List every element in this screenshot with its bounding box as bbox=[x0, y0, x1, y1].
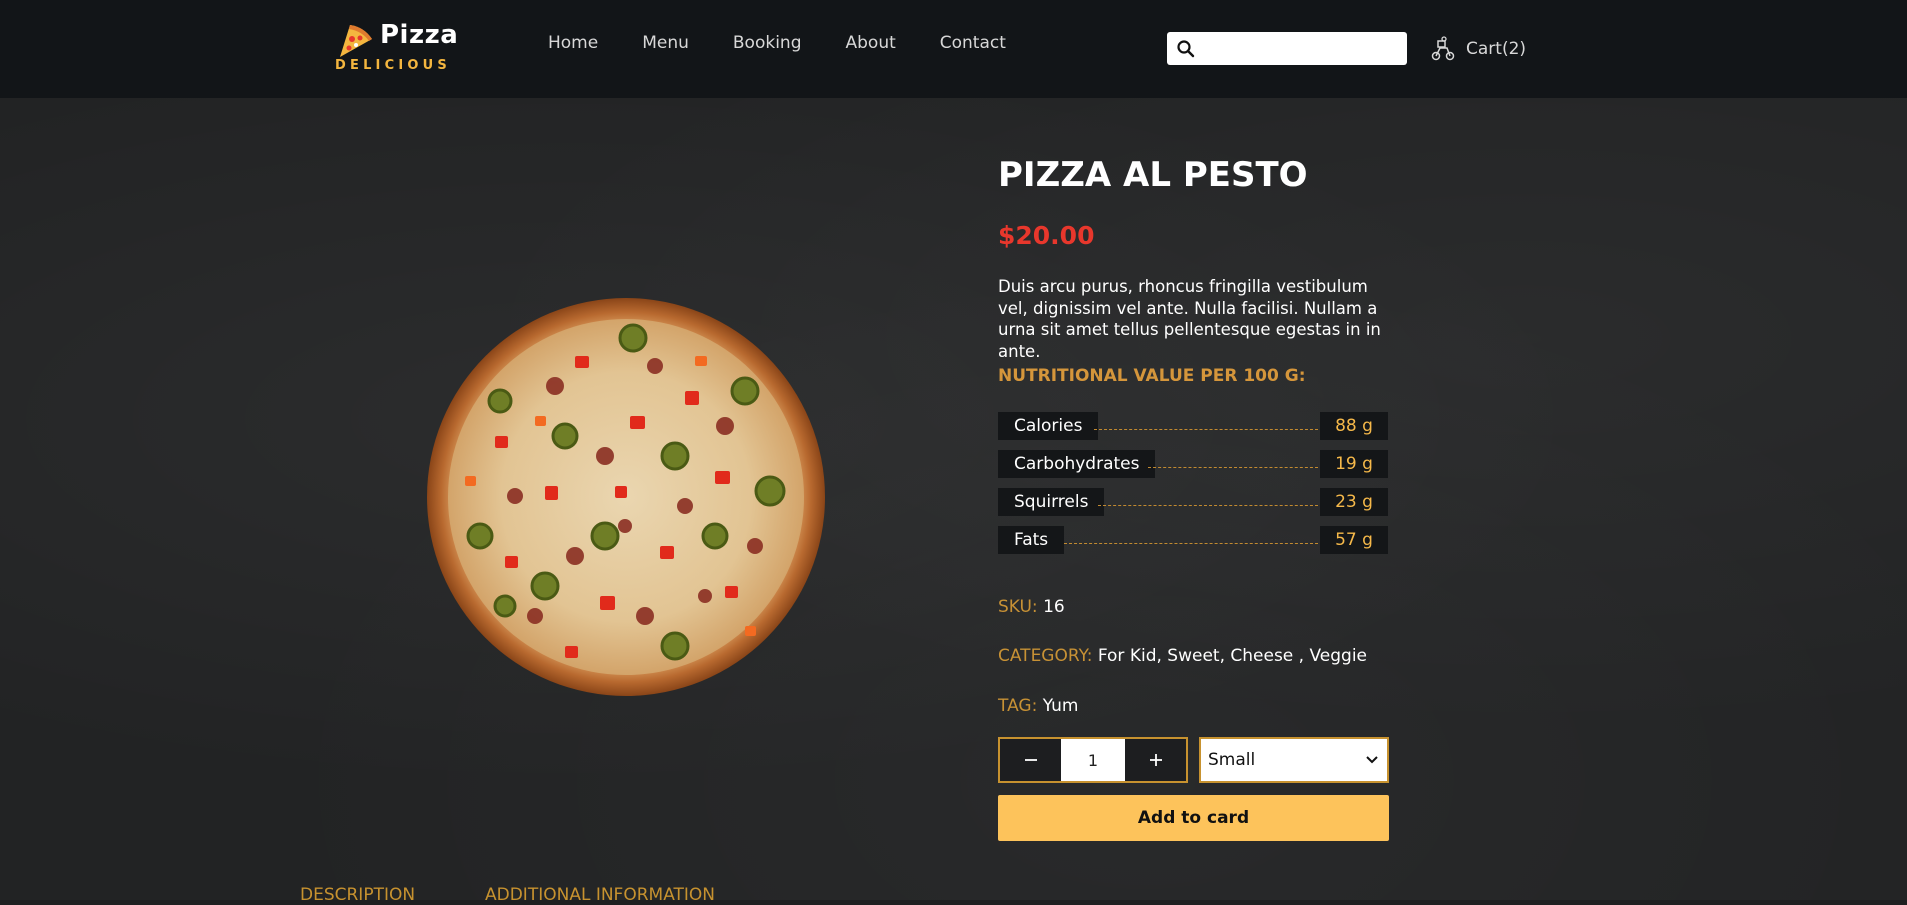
quantity-stepper bbox=[998, 737, 1188, 783]
product-price: $20.00 bbox=[998, 221, 1095, 250]
search-input[interactable] bbox=[1201, 36, 1401, 62]
dotted-leader bbox=[1064, 543, 1318, 544]
nav-about[interactable]: About bbox=[846, 33, 896, 53]
tab-additional-information[interactable]: ADDITIONAL INFORMATION bbox=[485, 885, 715, 905]
pizza-image bbox=[427, 298, 825, 696]
nutrition-row: Carbohydrates 19 g bbox=[998, 450, 1388, 478]
category-value[interactable]: For Kid, Sweet, Cheese , Veggie bbox=[1098, 646, 1367, 666]
chalkboard-background bbox=[0, 98, 1907, 900]
tab-description[interactable]: DESCRIPTION bbox=[300, 885, 415, 905]
nav-booking[interactable]: Booking bbox=[733, 33, 802, 53]
header: Pizza DELICIOUS Home Menu Booking About … bbox=[0, 0, 1907, 98]
increment-button[interactable] bbox=[1125, 739, 1186, 781]
category-label: CATEGORY: bbox=[998, 646, 1093, 666]
size-select[interactable]: Small bbox=[1199, 737, 1389, 783]
product-title: PIZZA AL PESTO bbox=[998, 155, 1308, 195]
nutrition-value: 19 g bbox=[1320, 450, 1388, 478]
delivery-scooter-icon bbox=[1431, 36, 1455, 61]
tag-value[interactable]: Yum bbox=[1043, 696, 1079, 716]
nutrition-row: Squirrels 23 g bbox=[998, 488, 1388, 516]
size-select-value: Small bbox=[1208, 750, 1256, 770]
decrement-button[interactable] bbox=[1000, 739, 1061, 781]
nutrition-name: Squirrels bbox=[998, 488, 1105, 516]
pizza-slice-logo-icon bbox=[340, 25, 372, 57]
nutrition-value: 23 g bbox=[1320, 488, 1388, 516]
nutrition-name: Carbohydrates bbox=[998, 450, 1156, 478]
nav-contact[interactable]: Contact bbox=[940, 33, 1006, 53]
nutrition-heading: NUTRITIONAL VALUE PER 100 G: bbox=[998, 366, 1306, 386]
category-line: CATEGORY: For Kid, Sweet, Cheese , Veggi… bbox=[998, 646, 1367, 666]
sku-line: SKU: 16 bbox=[998, 597, 1065, 617]
dotted-leader bbox=[1148, 467, 1318, 468]
logo-subtitle: DELICIOUS bbox=[335, 58, 451, 73]
nutrition-value: 88 g bbox=[1320, 412, 1388, 440]
nav-menu[interactable]: Menu bbox=[642, 33, 689, 53]
tag-label: TAG: bbox=[998, 696, 1038, 716]
dotted-leader bbox=[1098, 505, 1318, 506]
nutrition-table: Calories 88 g Carbohydrates 19 g Squirre… bbox=[998, 412, 1388, 564]
nutrition-name: Fats bbox=[998, 526, 1065, 554]
nutrition-value: 57 g bbox=[1320, 526, 1388, 554]
logo-title: Pizza bbox=[380, 20, 459, 50]
chevron-down-icon bbox=[1366, 756, 1378, 764]
add-to-cart-button[interactable]: Add to card bbox=[998, 795, 1389, 841]
search-box bbox=[1167, 32, 1407, 65]
nutrition-name: Calories bbox=[998, 412, 1099, 440]
dotted-leader bbox=[1094, 429, 1318, 430]
cart-label: Cart(2) bbox=[1466, 39, 1527, 59]
main-nav: Home Menu Booking About Contact bbox=[548, 33, 1050, 53]
tag-line: TAG: Yum bbox=[998, 696, 1078, 716]
minus-icon bbox=[1024, 759, 1037, 761]
quantity-input[interactable] bbox=[1061, 739, 1125, 781]
sku-label: SKU: bbox=[998, 597, 1038, 617]
nutrition-row: Calories 88 g bbox=[998, 412, 1388, 440]
product-description: Duis arcu purus, rhoncus fringilla vesti… bbox=[998, 277, 1381, 361]
nav-home[interactable]: Home bbox=[548, 33, 598, 53]
logo[interactable]: Pizza DELICIOUS bbox=[334, 20, 458, 76]
nutrition-row: Fats 57 g bbox=[998, 526, 1388, 554]
sku-value: 16 bbox=[1043, 597, 1065, 617]
plus-icon bbox=[1149, 754, 1162, 766]
cart-link[interactable]: Cart(2) bbox=[1430, 36, 1526, 62]
search-icon[interactable] bbox=[1176, 39, 1196, 59]
